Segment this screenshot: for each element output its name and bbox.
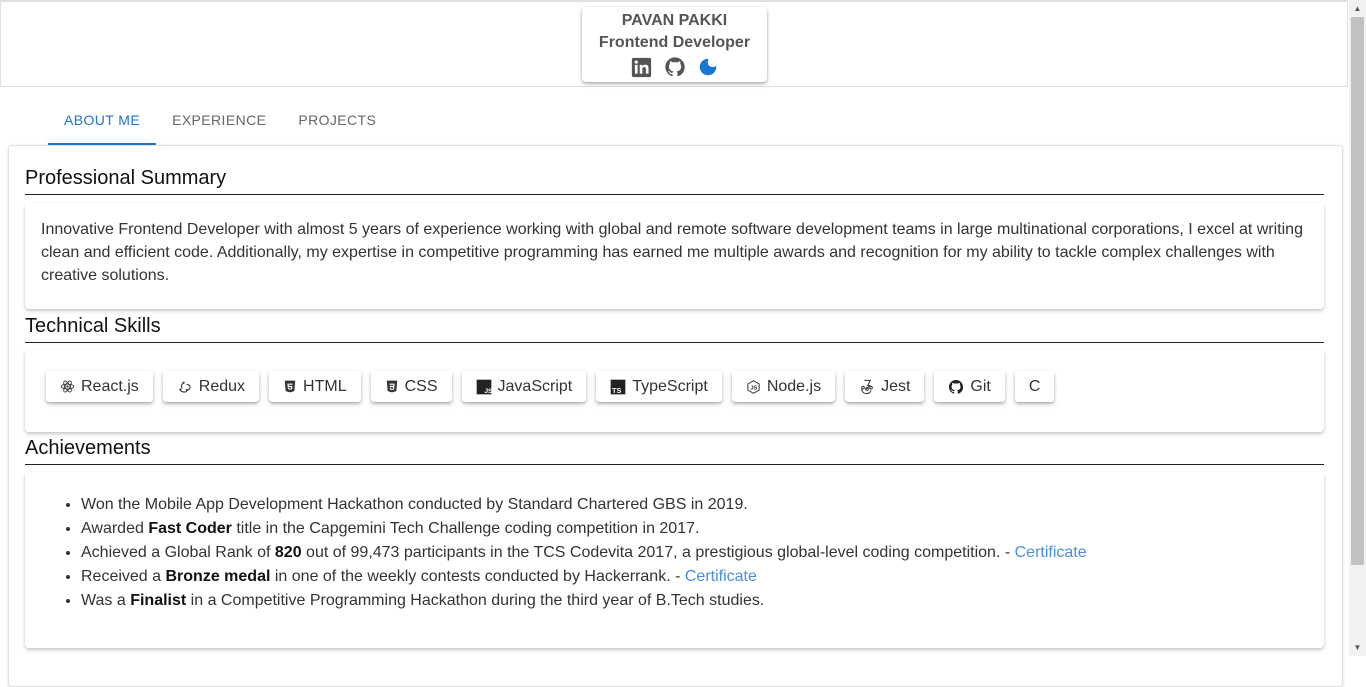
tab-experience[interactable]: EXPERIENCE [156, 102, 282, 145]
skill-label: Node.js [766, 377, 822, 395]
skill-chip-c[interactable]: C [1014, 371, 1055, 402]
dark-mode-icon[interactable] [697, 56, 719, 78]
skill-chip-typescript[interactable]: TS TypeScript [596, 371, 722, 402]
nodejs-icon: JS [747, 379, 760, 394]
skill-label: React.js [81, 377, 139, 395]
github-icon [949, 379, 964, 394]
jest-icon [861, 379, 873, 394]
certificate-link[interactable]: Certificate [1015, 544, 1087, 561]
list-item: Received a Bronze medal in one of the we… [81, 565, 1324, 589]
skill-label: TypeScript [632, 377, 708, 395]
profile-card: PAVAN PAKKI Frontend Developer [582, 7, 767, 82]
skill-label: HTML [303, 377, 347, 395]
vertical-scrollbar[interactable]: ▲ ▼ [1349, 0, 1366, 656]
skill-label: Redux [198, 377, 246, 395]
skills-heading: Technical Skills [25, 313, 1324, 343]
skill-label: JavaScript [497, 377, 573, 395]
html5-icon [284, 380, 296, 393]
achievements-heading: Achievements [25, 435, 1324, 465]
scroll-up-arrow[interactable]: ▲ [1349, 0, 1366, 17]
css3-icon [386, 380, 397, 393]
profile-links [582, 56, 767, 78]
typescript-icon: TS [610, 379, 626, 395]
achievements-list: Won the Mobile App Development Hackathon… [25, 472, 1324, 613]
list-item: Awarded Fast Coder title in the Capgemin… [81, 517, 1324, 541]
javascript-icon: JS [476, 379, 492, 395]
skill-label: C [1028, 377, 1041, 395]
profile-name: PAVAN PAKKI [621, 12, 728, 29]
skills-card: React.js Redux HTML CSS JS JavaScript TS… [25, 350, 1324, 432]
summary-text: Innovative Frontend Developer with almos… [41, 221, 1303, 284]
skill-label: Jest [881, 377, 911, 395]
skill-chip-javascript[interactable]: JS JavaScript [461, 371, 587, 402]
scroll-thumb[interactable] [1351, 17, 1364, 565]
profile-title: Frontend Developer [598, 34, 751, 51]
skill-chip-css[interactable]: CSS [370, 371, 452, 402]
scroll-down-arrow[interactable]: ▼ [1349, 639, 1366, 656]
achievements-card: Won the Mobile App Development Hackathon… [25, 472, 1324, 648]
list-item: Was a Finalist in a Competitive Programm… [81, 589, 1324, 613]
skill-chip-redux[interactable]: Redux [162, 371, 260, 402]
github-icon[interactable] [664, 56, 686, 78]
tab-about-me[interactable]: ABOUT ME [48, 102, 157, 145]
skill-label: CSS [404, 377, 438, 395]
redux-icon [179, 381, 191, 393]
summary-heading: Professional Summary [25, 165, 1324, 195]
svg-text:TS: TS [612, 386, 621, 395]
tab-projects[interactable]: PROJECTS [282, 102, 392, 145]
skill-chip-nodejs[interactable]: JS Node.js [731, 371, 836, 402]
linkedin-icon[interactable] [631, 56, 653, 78]
skills-list: React.js Redux HTML CSS JS JavaScript TS… [25, 350, 1324, 423]
list-item: Won the Mobile App Development Hackathon… [81, 493, 1324, 517]
svg-text:JS: JS [750, 385, 757, 391]
summary-card: Innovative Frontend Developer with almos… [25, 203, 1324, 309]
skill-chip-git[interactable]: Git [934, 371, 1005, 402]
svg-text:JS: JS [484, 388, 492, 395]
react-icon [60, 380, 75, 393]
skill-chip-html[interactable]: HTML [269, 371, 361, 402]
skill-chip-react[interactable]: React.js [46, 371, 153, 402]
skill-chip-jest[interactable]: Jest [845, 371, 925, 402]
skill-label: Git [970, 377, 991, 395]
tab-bar: ABOUT ME EXPERIENCE PROJECTS [48, 102, 392, 145]
certificate-link[interactable]: Certificate [685, 568, 757, 585]
list-item: Achieved a Global Rank of 820 out of 99,… [81, 541, 1324, 565]
